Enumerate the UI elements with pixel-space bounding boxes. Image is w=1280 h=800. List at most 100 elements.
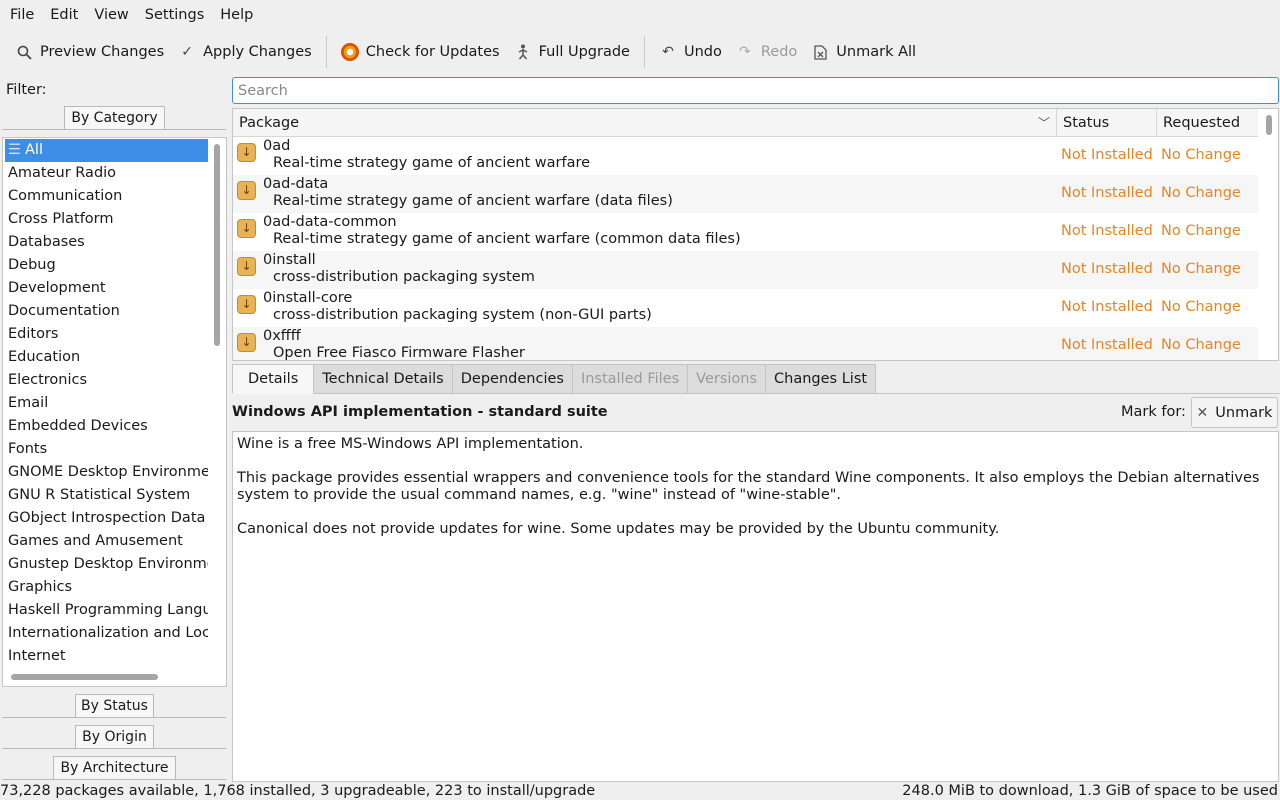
package-requested: No Change [1161, 147, 1241, 163]
menu-help[interactable]: Help [212, 0, 261, 30]
category-item-all[interactable]: ☰ All [5, 139, 208, 162]
magnifier-icon [15, 43, 33, 61]
column-header-package[interactable]: Package ﹀ [233, 109, 1057, 137]
menu-edit[interactable]: Edit [42, 0, 86, 30]
checkmark-icon: ✓ [181, 44, 193, 60]
category-list-frame: ☰ All Amateur Radio Communication Cross P… [2, 137, 227, 687]
menu-file[interactable]: File [2, 0, 42, 30]
unmark-button[interactable]: ✕ Unmark [1191, 397, 1278, 428]
download-icon[interactable]: ↓ [237, 219, 256, 238]
package-description: Real-time strategy game of ancient warfa… [273, 155, 591, 171]
package-description: cross-distribution packaging system [273, 269, 535, 285]
category-item[interactable]: Fonts [5, 438, 208, 461]
package-count-status: 73,228 packages available, 1,768 install… [0, 783, 596, 799]
table-row[interactable]: ↓ 0ad-data-common Real-time strategy gam… [233, 213, 1258, 251]
table-row[interactable]: ↓ 0install-core cross-distribution packa… [233, 289, 1258, 327]
category-item[interactable]: Development [5, 277, 208, 300]
undo-button[interactable]: ↶ Undo [652, 37, 729, 67]
search-input[interactable] [232, 77, 1279, 104]
category-item[interactable]: GNOME Desktop Environment [5, 461, 208, 484]
package-name: 0install [263, 252, 316, 268]
package-requested: No Change [1161, 337, 1241, 353]
category-item[interactable]: Editors [5, 323, 208, 346]
category-item[interactable]: Internet [5, 645, 208, 667]
package-vertical-scrollbar[interactable] [1266, 115, 1272, 135]
menu-settings[interactable]: Settings [137, 0, 212, 30]
category-item[interactable]: Databases [5, 231, 208, 254]
description-paragraph: This package provides essential wrappers… [237, 470, 1260, 503]
package-description: Real-time strategy game of ancient warfa… [273, 193, 673, 209]
download-icon[interactable]: ↓ [237, 143, 256, 162]
tab-details[interactable]: Details [232, 364, 315, 394]
download-size-status: 248.0 MiB to download, 1.3 GiB of space … [902, 783, 1278, 799]
category-horizontal-scrollbar[interactable] [11, 674, 158, 680]
download-icon[interactable]: ↓ [237, 333, 256, 352]
filter-label: Filter: [6, 82, 47, 98]
tab-by-architecture[interactable]: By Architecture [53, 756, 176, 780]
check-for-updates-button[interactable]: Check for Updates [334, 37, 507, 67]
unmark-all-icon [811, 43, 829, 61]
category-item[interactable]: GNU R Statistical System [5, 484, 208, 507]
package-requested: No Change [1161, 299, 1241, 315]
package-name: 0install-core [263, 290, 353, 306]
unmark-all-label: Unmark All [836, 44, 917, 60]
category-item[interactable]: Debug [5, 254, 208, 277]
package-description-panel: Wine is a free MS-Windows API implementa… [232, 431, 1279, 782]
category-item[interactable]: Embedded Devices [5, 415, 208, 438]
tab-technical-details[interactable]: Technical Details [314, 364, 453, 394]
full-upgrade-button[interactable]: Full Upgrade [507, 37, 637, 67]
status-bar: 73,228 packages available, 1,768 install… [0, 783, 1280, 800]
redo-button[interactable]: ↷ Redo [729, 37, 804, 67]
table-row[interactable]: ↓ 0xffff Open Free Fiasco Firmware Flash… [233, 327, 1258, 361]
package-requested: No Change [1161, 223, 1241, 239]
table-row[interactable]: ↓ 0ad-data Real-time strategy game of an… [233, 175, 1258, 213]
category-item[interactable]: Cross Platform [5, 208, 208, 231]
tab-by-status[interactable]: By Status [75, 694, 154, 718]
download-icon[interactable]: ↓ [237, 295, 256, 314]
package-status: Not Installed [1061, 223, 1153, 239]
category-item[interactable]: Graphics [5, 576, 208, 599]
category-vertical-scrollbar[interactable] [214, 144, 220, 346]
category-item[interactable]: Education [5, 346, 208, 369]
package-name: 0ad [263, 138, 291, 154]
unmark-all-button[interactable]: Unmark All [804, 37, 923, 67]
tab-dependencies[interactable]: Dependencies [452, 364, 573, 394]
preview-changes-button[interactable]: Preview Changes [8, 37, 171, 67]
redo-label: Redo [760, 44, 798, 60]
download-icon[interactable]: ↓ [237, 181, 256, 200]
tab-changes-list[interactable]: Changes List [766, 364, 877, 394]
column-header-requested[interactable]: Requested [1157, 109, 1258, 137]
menu-view[interactable]: View [86, 0, 136, 30]
category-item[interactable]: Documentation [5, 300, 208, 323]
package-status: Not Installed [1061, 185, 1153, 201]
category-item[interactable]: Amateur Radio [5, 162, 208, 185]
download-icon[interactable]: ↓ [237, 257, 256, 276]
list-icon: ☰ [8, 142, 21, 158]
tab-by-origin[interactable]: By Origin [75, 725, 154, 749]
chevron-down-icon: ﹀ [1037, 116, 1050, 130]
category-item[interactable]: GObject Introspection Data [5, 507, 208, 530]
undo-label: Undo [683, 44, 722, 60]
table-row[interactable]: ↓ 0install cross-distribution packaging … [233, 251, 1258, 289]
column-header-status[interactable]: Status [1057, 109, 1157, 137]
package-name: 0ad-data-common [263, 214, 397, 230]
tab-divider [846, 393, 1280, 394]
package-status: Not Installed [1061, 337, 1153, 353]
tab-installed-files[interactable]: Installed Files [572, 364, 689, 394]
apply-changes-button[interactable]: ✓ Apply Changes [171, 37, 319, 67]
sync-icon [340, 43, 359, 61]
category-item[interactable]: Haskell Programming Language [5, 599, 208, 622]
upgrade-icon [514, 43, 532, 61]
category-item[interactable]: Games and Amusement [5, 530, 208, 553]
category-item[interactable]: Electronics [5, 369, 208, 392]
table-row[interactable]: ↓ 0ad Real-time strategy game of ancient… [233, 137, 1258, 175]
category-item[interactable]: Email [5, 392, 208, 415]
category-item[interactable]: Communication [5, 185, 208, 208]
tab-versions[interactable]: Versions [688, 364, 767, 394]
category-item[interactable]: Gnustep Desktop Environment [5, 553, 208, 576]
description-paragraph: Canonical does not provide updates for w… [237, 521, 1000, 537]
tab-by-category[interactable]: By Category [64, 106, 165, 130]
category-item[interactable]: Internationalization and Localization [5, 622, 208, 645]
check-for-updates-label: Check for Updates [365, 44, 500, 60]
package-description: Open Free Fiasco Firmware Flasher [273, 345, 525, 361]
